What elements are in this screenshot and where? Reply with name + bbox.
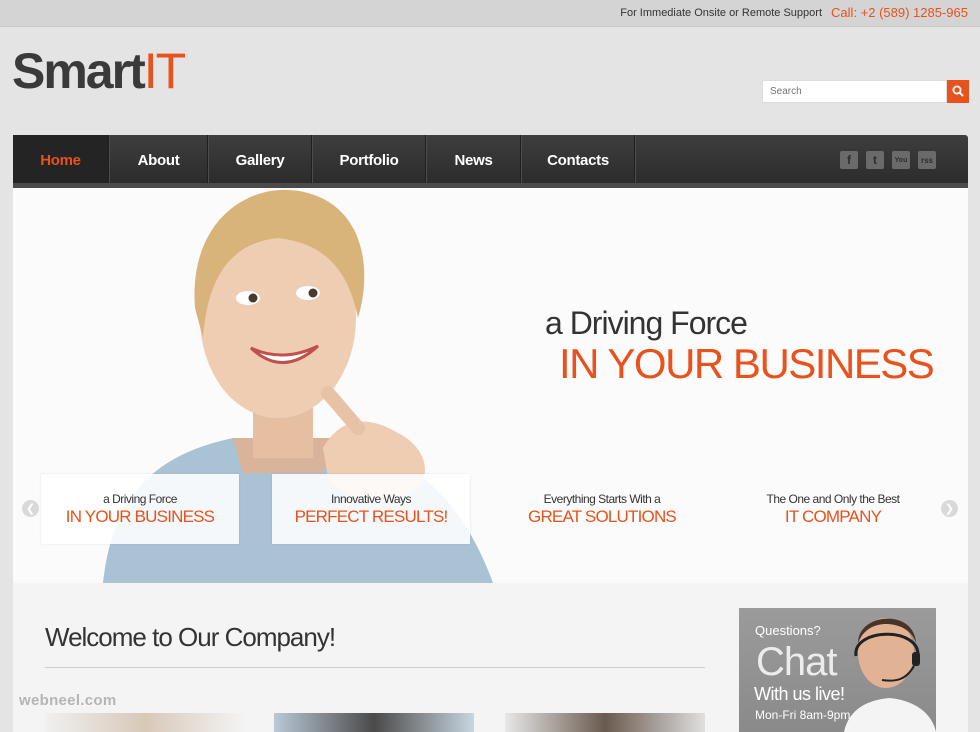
slide-tab-small-text: Innovative Ways <box>330 492 412 506</box>
search-button[interactable] <box>947 80 969 103</box>
hero-headline-big: IN YOUR BUSINESS <box>559 340 935 387</box>
phone-number[interactable]: Call: +2 (589) 1285-965 <box>831 5 968 20</box>
slide-tab-big-text: PERFECT RESULTS! <box>294 507 449 526</box>
chat-heading: Chat <box>756 640 837 684</box>
slide-tab-small-text: a Driving Force <box>103 492 177 506</box>
support-text: For Immediate Onsite or Remote Support <box>620 7 822 19</box>
welcome-divider <box>45 667 705 668</box>
search-input[interactable] <box>762 80 947 103</box>
slide-tab-3[interactable]: Everything Starts With a GREAT SOLUTIONS <box>503 474 701 544</box>
live-chat-widget[interactable]: Questions? Chat With us live! Mon-Fri 8a… <box>739 608 936 732</box>
nav-item-portfolio[interactable]: Portfolio <box>313 135 426 185</box>
chat-question-text: Questions? <box>755 623 821 638</box>
slide-tab-1[interactable]: a Driving Force IN YOUR BUSINESS <box>41 474 239 544</box>
content-thumbnail-1[interactable] <box>45 713 245 732</box>
main-nav: Home About Gallery Portfolio News Contac… <box>13 135 968 185</box>
chat-hours: Mon-Fri 8am-9pm <box>755 708 851 722</box>
content-thumbnail-2[interactable] <box>274 713 474 732</box>
slide-tab-small-text: Everything Starts With a <box>543 492 661 506</box>
search-icon <box>952 85 964 97</box>
facebook-icon[interactable]: f <box>840 151 858 169</box>
content-thumbnail-3[interactable] <box>505 713 705 732</box>
slide-tab-big-text: GREAT SOLUTIONS <box>528 507 677 526</box>
site-logo[interactable]: SmartIT <box>12 43 186 99</box>
slider-next-arrow-icon[interactable]: ❯ <box>941 500 958 517</box>
slide-tab-small-text: The One and Only the Best <box>766 492 900 506</box>
slide-tab-4[interactable]: The One and Only the Best IT COMPANY <box>734 474 932 544</box>
logo-text-smart: Smart <box>12 43 146 99</box>
hero-headline-small: a Driving Force <box>545 305 748 341</box>
watermark-text: webneel.com <box>19 692 117 709</box>
slide-tab-2[interactable]: Innovative Ways PERFECT RESULTS! <box>272 474 470 544</box>
rss-icon[interactable]: rss <box>918 151 936 169</box>
nav-item-home[interactable]: Home <box>13 135 109 185</box>
chat-subheading: With us live! <box>754 684 845 704</box>
nav-item-news[interactable]: News <box>427 135 521 185</box>
nav-item-gallery[interactable]: Gallery <box>209 135 312 185</box>
logo-text-it: IT <box>143 43 186 99</box>
nav-item-contacts[interactable]: Contacts <box>522 135 635 185</box>
nav-item-about[interactable]: About <box>110 135 208 185</box>
youtube-icon[interactable]: You <box>892 151 910 169</box>
hero-slider: a Driving Force IN YOUR BUSINESS a Drivi… <box>13 188 968 583</box>
slide-tab-big-text: IN YOUR BUSINESS <box>65 507 215 526</box>
top-bar: For Immediate Onsite or Remote Support C… <box>0 0 980 27</box>
slider-prev-arrow-icon[interactable]: ❮ <box>22 500 39 517</box>
welcome-title: Welcome to Our Company! <box>45 622 336 652</box>
slide-tab-big-text: IT COMPANY <box>784 507 882 526</box>
twitter-icon[interactable]: t <box>866 151 884 169</box>
